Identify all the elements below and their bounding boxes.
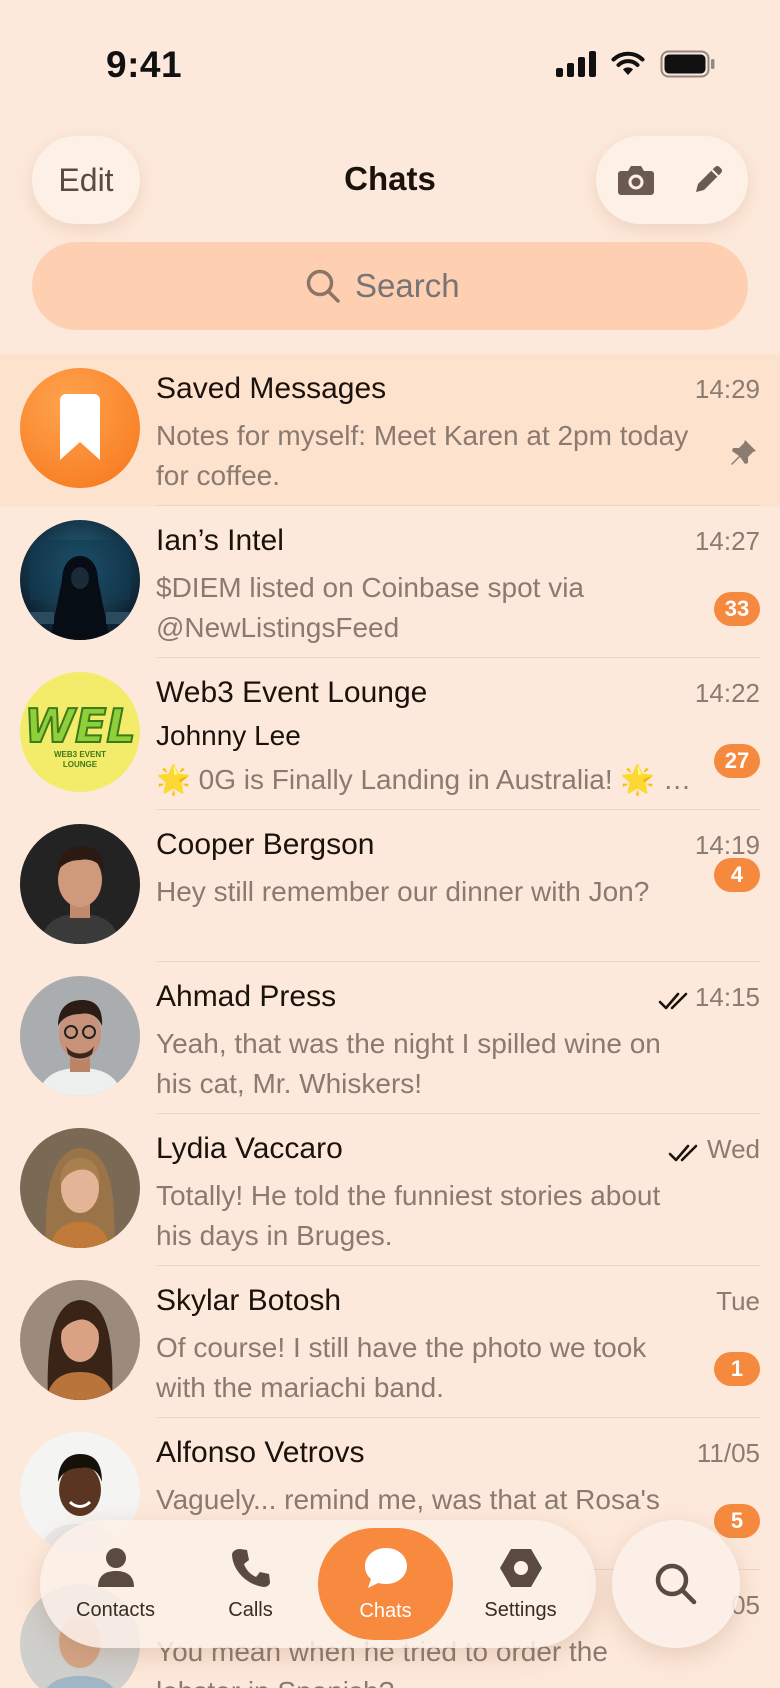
chat-bubble-icon xyxy=(364,1547,407,1588)
chat-name: Ian’s Intel xyxy=(156,524,284,557)
chat-name: Ahmad Press xyxy=(156,980,337,1013)
avatar: WEL WEB3 EVENT LOUNGE xyxy=(20,672,140,792)
cellular-signal-icon xyxy=(556,51,596,77)
double-check-icon xyxy=(668,1144,698,1162)
chat-row-ahmad-press[interactable]: Ahmad Press 14:15 Yeah, that was the nig… xyxy=(0,962,780,1114)
tab-chats[interactable]: Chats xyxy=(318,1528,453,1640)
person-photo xyxy=(40,846,120,944)
phone-icon xyxy=(231,1548,270,1587)
chat-name: Saved Messages xyxy=(156,372,387,405)
battery-icon xyxy=(660,50,715,78)
unread-badge: 33 xyxy=(714,592,760,626)
chat-preview: Totally! He told the funniest stories ab… xyxy=(156,1180,661,1251)
avatar xyxy=(20,1128,140,1248)
tab-label: Contacts xyxy=(76,1598,155,1621)
avatar-logo-subtext: WEB3 EVENT LOUNGE xyxy=(53,750,106,769)
chat-list: Saved Messages 14:29 Notes for myself: M… xyxy=(0,354,780,1688)
status-icons xyxy=(556,50,716,78)
chat-row-web3-event-lounge[interactable]: WEL WEB3 EVENT LOUNGE Web3 Event Lounge … xyxy=(0,658,780,810)
avatar xyxy=(20,824,140,944)
person-photo xyxy=(46,1300,114,1400)
chat-preview: 🌟 0G is Finally Landing in Australia! 🌟 … xyxy=(156,764,696,795)
chat-name: Cooper Bergson xyxy=(156,828,375,861)
unread-badge: 27 xyxy=(714,744,760,778)
header-actions xyxy=(596,136,748,224)
chat-row-skylar-botosh[interactable]: Skylar Botosh Tue Of course! I still hav… xyxy=(0,1266,780,1418)
chat-sender: Johnny Lee xyxy=(156,720,301,751)
search-icon xyxy=(655,1563,697,1605)
search-bar[interactable] xyxy=(32,242,748,330)
search-icon xyxy=(306,269,340,303)
tab-bar: Contacts Calls Chats Settings xyxy=(40,1520,596,1648)
camera-icon[interactable] xyxy=(614,158,658,202)
chat-name: Skylar Botosh xyxy=(156,1284,342,1317)
wifi-icon xyxy=(611,51,645,75)
avatar xyxy=(20,976,140,1096)
bookmark-icon xyxy=(60,394,100,460)
unread-badge: 1 xyxy=(714,1352,760,1386)
avatar xyxy=(20,368,140,488)
search-input[interactable] xyxy=(355,267,475,305)
avatar xyxy=(20,520,140,640)
chat-time: Wed xyxy=(707,1134,760,1164)
avatar-logo-text: WEL xyxy=(23,699,136,753)
chat-time: 14:27 xyxy=(694,526,760,556)
person-photo xyxy=(45,1148,115,1248)
tab-settings[interactable]: Settings xyxy=(453,1528,588,1640)
status-time: 9:41 xyxy=(106,44,183,85)
chat-row-cooper-bergson[interactable]: Cooper Bergson 14:19 Hey still remember … xyxy=(0,810,780,962)
tab-label: Settings xyxy=(484,1598,557,1621)
hooded-figure-icon xyxy=(20,540,140,640)
pencil-icon[interactable] xyxy=(686,158,730,202)
chat-row-ians-intel[interactable]: Ian’s Intel 14:27 $DIEM listed on Coinba… xyxy=(0,506,780,658)
chat-row-saved-messages[interactable]: Saved Messages 14:29 Notes for myself: M… xyxy=(0,354,780,506)
chat-preview: Yeah, that was the night I spilled wine … xyxy=(156,1028,661,1099)
chat-name: Alfonso Vetrovs xyxy=(156,1436,365,1469)
chat-preview: Notes for myself: Meet Karen at 2pm toda… xyxy=(156,420,689,491)
double-check-icon xyxy=(658,992,688,1010)
chat-time: 14:29 xyxy=(694,374,760,404)
tab-contacts[interactable]: Contacts xyxy=(48,1528,183,1640)
status-bar: 9:41 xyxy=(0,0,780,130)
chat-row-lydia-vaccaro[interactable]: Lydia Vaccaro Wed Totally! He told the f… xyxy=(0,1114,780,1266)
chat-preview: Hey still remember our dinner with Jon? xyxy=(156,876,650,907)
person-icon xyxy=(97,1547,134,1587)
chat-name: Lydia Vaccaro xyxy=(156,1132,343,1165)
unread-badge: 5 xyxy=(714,1504,760,1538)
chat-time: 14:22 xyxy=(694,678,760,708)
tab-label: Calls xyxy=(228,1598,273,1621)
avatar xyxy=(20,1280,140,1400)
chat-time: 11/05 xyxy=(696,1438,760,1468)
tab-label: Chats xyxy=(359,1599,412,1622)
unread-badge: 4 xyxy=(714,858,760,892)
gear-icon xyxy=(499,1548,542,1587)
search-fab-button[interactable] xyxy=(612,1520,740,1648)
chat-time: 14:19 xyxy=(694,830,760,860)
chat-preview: Of course! I still have the photo we too… xyxy=(156,1332,647,1403)
pin-icon xyxy=(731,440,756,465)
chat-time: Tue xyxy=(716,1286,760,1316)
chat-preview: $DIEM listed on Coinbase spot via @NewLi… xyxy=(156,572,584,643)
tab-calls[interactable]: Calls xyxy=(183,1528,318,1640)
chat-name: Web3 Event Lounge xyxy=(156,676,428,709)
chat-time: 14:15 xyxy=(694,982,760,1012)
chat-preview: Vaguely... remind me, was that at Rosa's xyxy=(156,1484,660,1515)
person-photo xyxy=(38,1000,122,1096)
